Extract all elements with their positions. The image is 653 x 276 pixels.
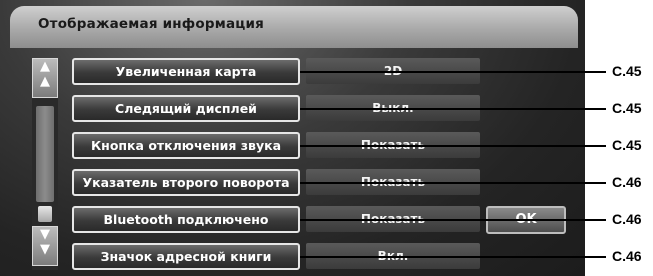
scrollbar-slot[interactable] (36, 106, 54, 202)
tracking-display-button[interactable]: Следящий дисплей (72, 95, 300, 122)
double-down-arrow-icon: ▼ ▼ (40, 227, 50, 257)
callout-line (300, 256, 606, 258)
scroll-up-button[interactable]: ▲ ▲ (32, 58, 58, 98)
scrollbar-thumb[interactable] (38, 206, 52, 222)
page-reference: C.45 (612, 63, 642, 79)
callout-line (300, 108, 606, 110)
page-reference: C.46 (612, 174, 642, 190)
callout-line (300, 182, 606, 184)
title-bar: Отображаемая информация (10, 6, 578, 48)
page-reference: C.45 (612, 137, 642, 153)
display-info-screen: Отображаемая информация ▲ ▲ ▼ ▼ Увеличенна… (0, 0, 585, 276)
enlarged-map-button[interactable]: Увеличенная карта (72, 58, 300, 85)
callout-line (300, 145, 606, 147)
page-reference: C.46 (612, 211, 642, 227)
second-turn-indicator-button[interactable]: Указатель второго поворота (72, 169, 300, 196)
callout-line (300, 71, 606, 73)
callout-line (300, 219, 606, 221)
page-reference: C.46 (612, 248, 642, 264)
scroll-down-button[interactable]: ▼ ▼ (32, 226, 58, 266)
page-reference: C.45 (612, 100, 642, 116)
bluetooth-connected-button[interactable]: Bluetooth подключено (72, 206, 300, 233)
double-up-arrow-icon: ▲ ▲ (40, 59, 50, 89)
screen-title: Отображаемая информация (38, 16, 264, 32)
mute-button-setting-button[interactable]: Кнопка отключения звука (72, 132, 300, 159)
address-book-icon-button[interactable]: Значок адресной книги (72, 243, 300, 270)
